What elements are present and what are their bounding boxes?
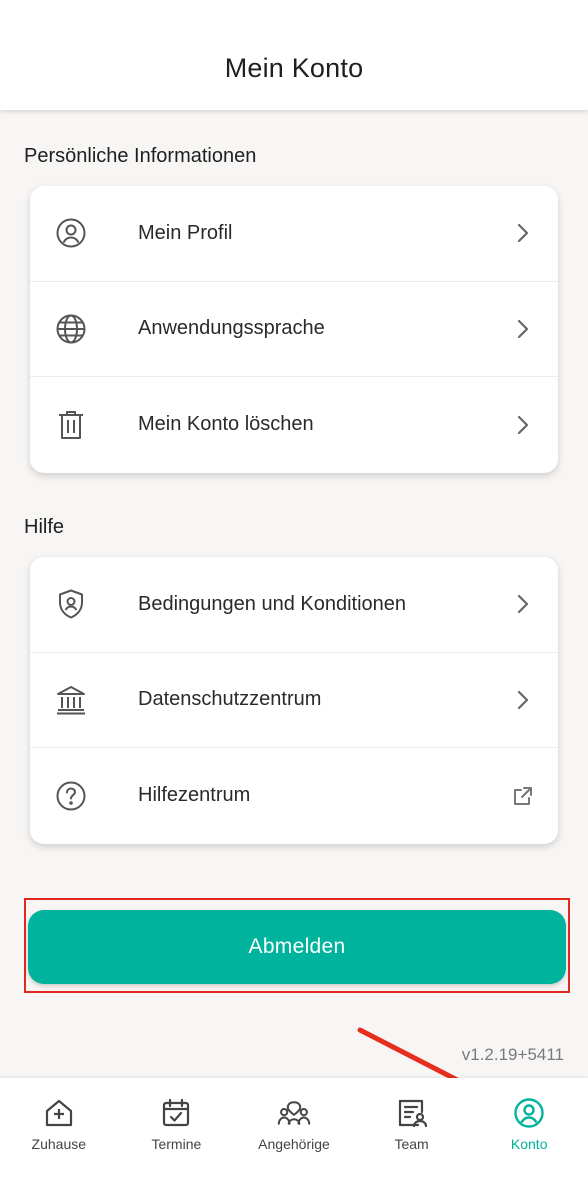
- team-card-icon: [395, 1096, 429, 1130]
- globe-icon: [54, 312, 88, 346]
- chevron-right-icon: [512, 222, 534, 244]
- tab-team[interactable]: Team: [353, 1078, 471, 1183]
- list-item-privacy-center[interactable]: Datenschutzzentrum: [30, 653, 558, 748]
- shield-user-icon: [54, 587, 88, 621]
- list-item-label: Hilfezentrum: [138, 784, 251, 807]
- tab-label: Team: [394, 1136, 429, 1152]
- list-item-label: Anwendungssprache: [138, 317, 325, 340]
- app-header: Mein Konto: [0, 0, 588, 110]
- list-item-my-profile[interactable]: Mein Profil: [30, 186, 558, 282]
- tab-label: Termine: [151, 1136, 202, 1152]
- list-item-label: Mein Konto löschen: [138, 413, 314, 436]
- tab-label: Angehörige: [258, 1136, 330, 1152]
- chevron-right-icon: [512, 593, 534, 615]
- tab-konto[interactable]: Konto: [470, 1078, 588, 1183]
- user-circle-icon: [512, 1096, 546, 1130]
- question-circle-icon: [54, 779, 88, 813]
- calendar-check-icon: [159, 1096, 193, 1130]
- chevron-right-icon: [512, 689, 534, 711]
- list-item-app-language[interactable]: Anwendungssprache: [30, 282, 558, 377]
- list-item-help-center[interactable]: Hilfezentrum: [30, 748, 558, 844]
- section-title-help: Hilfe: [24, 516, 65, 538]
- external-link-icon: [512, 785, 534, 807]
- chevron-right-icon: [512, 318, 534, 340]
- tab-label: Konto: [510, 1136, 548, 1152]
- personal-info-card: Mein Profil Anwendungssprache Mein Konto…: [30, 186, 558, 473]
- list-item-label: Datenschutzzentrum: [138, 688, 322, 711]
- page-title: Mein Konto: [224, 53, 364, 83]
- people-heart-icon: [277, 1096, 311, 1130]
- list-item-label: Mein Profil: [138, 221, 233, 244]
- trash-icon: [54, 408, 88, 442]
- tab-label: Zuhause: [31, 1136, 87, 1152]
- logout-button[interactable]: Abmelden: [28, 910, 566, 984]
- chevron-right-icon: [512, 414, 534, 436]
- list-item-delete-account[interactable]: Mein Konto löschen: [30, 377, 558, 473]
- section-title-personal: Persönliche Informationen: [24, 145, 257, 167]
- tab-zuhause[interactable]: Zuhause: [0, 1078, 118, 1183]
- list-item-terms[interactable]: Bedingungen und Konditionen: [30, 557, 558, 653]
- bottom-tab-bar: Zuhause Termine Angehörige Team Konto: [0, 1078, 588, 1183]
- logout-highlight-box: Abmelden: [24, 898, 570, 993]
- bank-building-icon: [54, 683, 88, 717]
- tab-angehoerige[interactable]: Angehörige: [235, 1078, 353, 1183]
- help-card: Bedingungen und Konditionen Datenschutzz…: [30, 557, 558, 844]
- tab-termine[interactable]: Termine: [118, 1078, 236, 1183]
- home-plus-icon: [42, 1096, 76, 1130]
- user-circle-icon: [54, 216, 88, 250]
- list-item-label: Bedingungen und Konditionen: [138, 592, 407, 615]
